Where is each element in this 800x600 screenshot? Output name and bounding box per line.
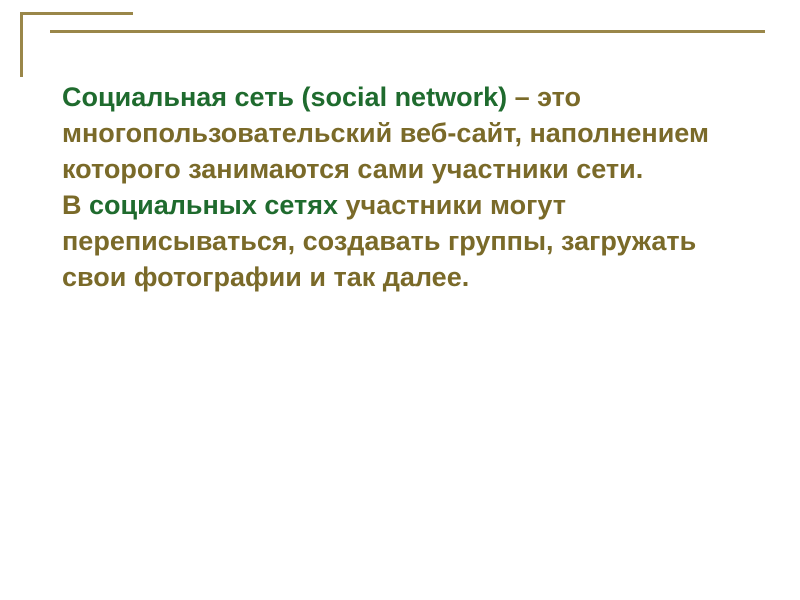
corner-decoration: [20, 12, 133, 77]
sentence2-prefix: В: [62, 190, 89, 220]
link-highlight: социальных сетях: [89, 190, 338, 220]
body-text: Социальная сеть (social network) – это м…: [62, 80, 752, 295]
slide: Социальная сеть (social network) – это м…: [0, 0, 800, 600]
term-highlight: Социальная сеть (social network): [62, 82, 507, 112]
top-rule: [50, 30, 765, 33]
